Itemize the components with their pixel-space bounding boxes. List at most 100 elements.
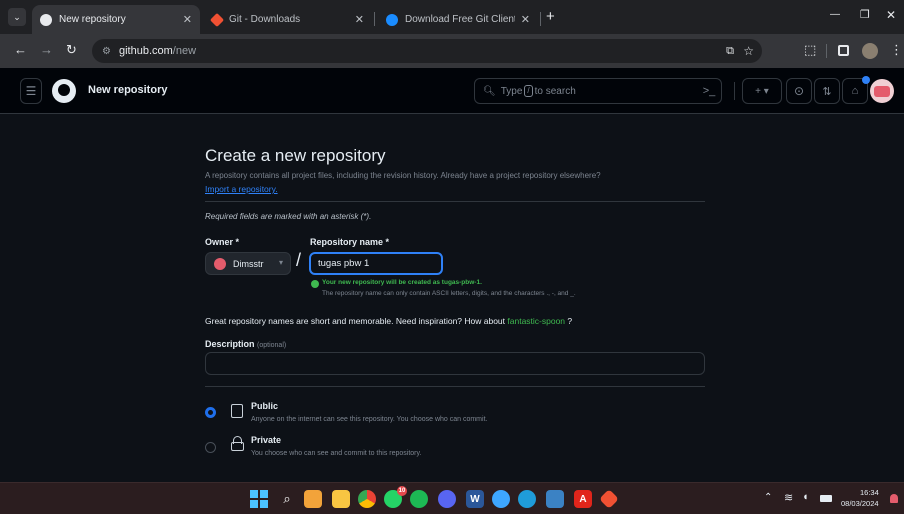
url-host: github.com	[118, 45, 173, 57]
check-circle-icon	[311, 280, 319, 288]
file-explorer-icon[interactable]	[332, 490, 350, 508]
browser-tab-strip: ⌄ New repository ✕ Git - Downloads ✕ Dow…	[0, 0, 904, 34]
public-label: Public	[251, 401, 279, 411]
bookmark-star-icon[interactable]: ☆	[743, 44, 754, 58]
git-favicon-icon	[209, 12, 225, 27]
optional-hint: (optional)	[257, 342, 287, 349]
name-rules-text: The repository name can only contain ASC…	[322, 290, 576, 297]
tab-search-button[interactable]: ⌄	[8, 8, 26, 26]
site-settings-icon[interactable]: ⚙	[102, 46, 111, 57]
chevron-up-icon[interactable]: ⌃	[764, 492, 772, 503]
window-close-button[interactable]: ✕	[886, 8, 896, 22]
browser-toolbar: ← → ↻ ⚙ github.com/new ⧉ ☆ ⬚ ⋮	[0, 34, 904, 68]
close-icon[interactable]: ✕	[521, 13, 530, 26]
tab-git-downloads[interactable]: Git - Downloads ✕	[204, 5, 372, 34]
search-icon[interactable]: ⌕	[278, 490, 296, 508]
inbox-button[interactable]: ⌂	[842, 76, 870, 104]
repository-name-input[interactable]: tugas pbw 1	[309, 252, 443, 275]
search-placeholder-suffix: to search	[534, 85, 576, 97]
tab-label: Git - Downloads	[229, 14, 301, 25]
tab-label: Download Free Git Client - Win	[405, 14, 515, 25]
public-hint: Anyone on the internet can see this repo…	[251, 416, 488, 423]
new-tab-button[interactable]: +	[546, 8, 555, 25]
tab-divider	[540, 12, 541, 26]
windows-taskbar: ⌕ 10 W A ⌃ ≋ ◖ 16:34 08/03/2024	[0, 482, 904, 514]
section-divider	[205, 201, 705, 202]
owner-label: Owner *	[205, 237, 240, 247]
whatsapp-badge: 10	[397, 486, 407, 496]
search-input[interactable]: 🔍︎ Type / to search	[474, 78, 722, 104]
side-panel-icon[interactable]	[838, 45, 849, 56]
chevron-down-icon: ▾	[278, 258, 283, 267]
minimize-button[interactable]: —	[830, 9, 840, 20]
pull-request-icon: ⇅	[822, 85, 832, 98]
inspiration-suffix: ?	[567, 316, 573, 326]
discord-icon[interactable]	[438, 490, 456, 508]
create-new-button[interactable]: + ▾	[742, 78, 782, 104]
acrobat-icon[interactable]: A	[574, 490, 592, 508]
inspiration-text: Great repository names are short and mem…	[205, 316, 572, 326]
clock-date[interactable]: 08/03/2024	[841, 499, 879, 508]
availability-message: Your new repository will be created as t…	[322, 279, 482, 286]
url-path: /new	[172, 45, 197, 57]
site-favicon-icon	[386, 13, 398, 26]
search-placeholder-prefix: Type	[500, 85, 523, 97]
hamburger-menu-button[interactable]: ☰	[20, 78, 42, 104]
profile-avatar[interactable]	[862, 43, 878, 59]
notification-bell-icon[interactable]	[890, 494, 898, 503]
inbox-icon: ⌂	[851, 85, 859, 97]
chrome-icon[interactable]	[358, 490, 376, 508]
command-palette-button[interactable]: >_	[696, 78, 722, 104]
edge-icon[interactable]	[518, 490, 536, 508]
restore-button[interactable]: ❐	[860, 8, 870, 21]
reload-icon[interactable]: ↻	[66, 42, 77, 58]
search-shortcut-key: /	[524, 85, 533, 97]
section-divider	[205, 386, 705, 387]
github-logo-icon[interactable]	[52, 79, 76, 103]
tab-divider	[374, 12, 375, 26]
owner-select[interactable]: Dimsstr ▾	[205, 252, 291, 275]
issue-circle-icon: ⊙	[793, 84, 805, 98]
widgets-icon[interactable]	[304, 490, 322, 508]
pull-requests-button[interactable]: ⇅	[814, 78, 840, 104]
private-hint: You choose who can see and commit to thi…	[251, 450, 422, 457]
whatsapp-icon[interactable]: 10	[384, 486, 407, 508]
git-icon[interactable]	[599, 489, 619, 509]
page-title: New repository	[88, 84, 168, 96]
owner-avatar	[214, 258, 226, 270]
github-header: ☰ New repository 🔍︎ Type / to search >_ …	[0, 68, 904, 114]
vscode-icon[interactable]	[492, 490, 510, 508]
address-bar[interactable]: ⚙ github.com/new ⧉ ☆	[92, 39, 762, 63]
close-icon[interactable]: ✕	[183, 13, 192, 26]
description-input[interactable]	[205, 352, 705, 375]
wifi-icon[interactable]: ≋	[784, 491, 793, 504]
public-radio[interactable]	[205, 407, 216, 418]
import-repository-link[interactable]: Import a repository.	[205, 184, 278, 194]
notification-dot	[862, 76, 870, 84]
repository-name-value: tugas pbw 1	[318, 258, 370, 269]
terminal-icon: >_	[702, 85, 716, 97]
word-icon[interactable]: W	[466, 490, 484, 508]
user-avatar[interactable]	[870, 79, 894, 103]
extensions-icon[interactable]: ⬚	[804, 42, 816, 58]
photos-icon[interactable]	[546, 490, 564, 508]
forward-arrow-icon[interactable]: →	[40, 42, 53, 57]
volume-icon[interactable]: ◖	[802, 491, 809, 503]
tab-new-repository[interactable]: New repository ✕	[32, 5, 200, 34]
issues-button[interactable]: ⊙	[786, 78, 812, 104]
private-radio[interactable]	[205, 442, 216, 453]
browser-menu-icon[interactable]: ⋮	[890, 42, 903, 58]
suggested-name-link[interactable]: fantastic-spoon	[507, 316, 565, 326]
battery-icon[interactable]	[820, 495, 832, 502]
clock-time[interactable]: 16:34	[860, 488, 879, 497]
close-icon[interactable]: ✕	[355, 13, 364, 26]
description-label-text: Description	[205, 339, 255, 349]
github-favicon-icon	[40, 13, 52, 26]
spotify-icon[interactable]	[410, 490, 428, 508]
windows-start-icon[interactable]	[250, 490, 268, 508]
back-arrow-icon[interactable]: ←	[14, 42, 27, 57]
tab-download-git-client[interactable]: Download Free Git Client - Win ✕	[378, 5, 538, 34]
required-fields-note: Required fields are marked with an aster…	[205, 212, 372, 221]
cast-icon[interactable]: ⧉	[726, 45, 734, 58]
inspiration-prefix: Great repository names are short and mem…	[205, 316, 506, 326]
